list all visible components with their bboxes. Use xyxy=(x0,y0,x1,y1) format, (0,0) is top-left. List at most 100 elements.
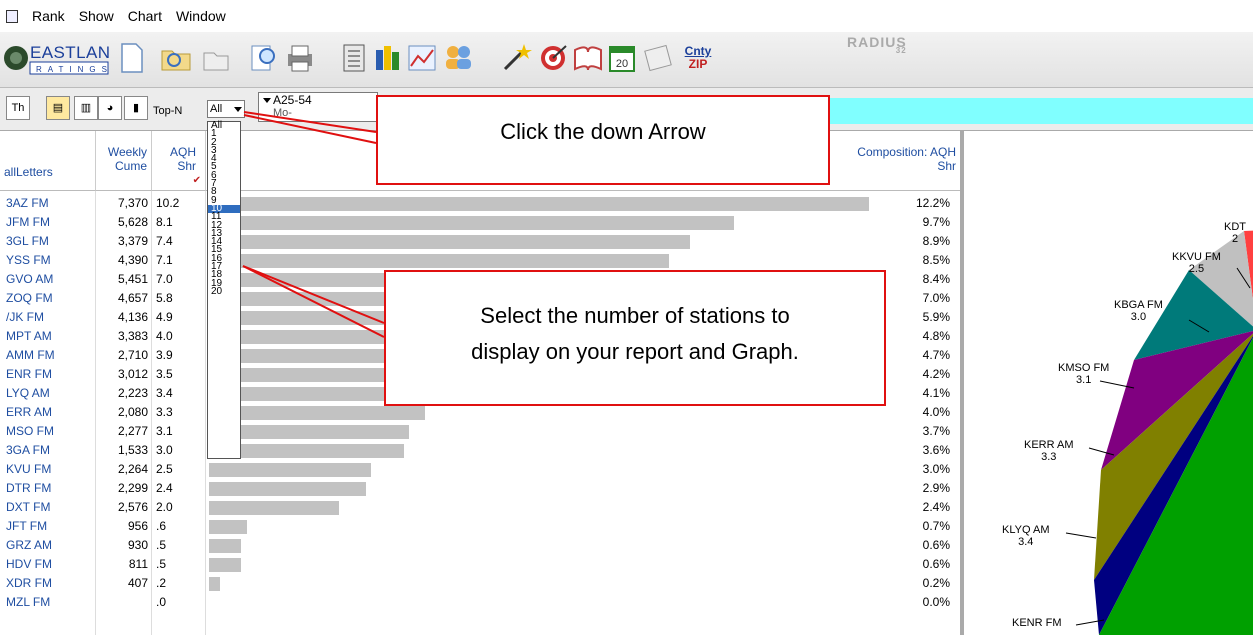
weekly-cume-cell: 4,136 xyxy=(117,310,148,324)
pie-chart-panel: KDT 2 KKVU FM 2.5 KBGA FM 3.0 KMSO FM 3.1 KE… xyxy=(960,131,1253,635)
menu-show[interactable]: Show xyxy=(79,8,114,24)
composition-bar xyxy=(209,501,339,515)
pie-label-kbga: KBGA FM 3.0 xyxy=(1114,299,1163,323)
target-icon[interactable] xyxy=(538,40,570,76)
printer-icon[interactable] xyxy=(284,40,316,76)
aqh-shr-cell: 2.0 xyxy=(156,500,173,514)
calendar-icon[interactable]: 20 xyxy=(606,40,638,76)
leader-line xyxy=(1065,532,1097,539)
weekly-cume-cell: 5,451 xyxy=(117,272,148,286)
table-row[interactable]: HDV FM 811 .5 0.6% xyxy=(0,555,960,574)
call-letters-cell: ENR FM xyxy=(6,367,52,381)
weekly-cume-cell: 5,628 xyxy=(117,215,148,229)
composition-bar xyxy=(209,235,690,249)
magic-wand-icon[interactable] xyxy=(500,40,532,76)
chevron-down-icon[interactable] xyxy=(234,107,242,112)
print-preview-icon[interactable] xyxy=(248,40,280,76)
call-letters-cell: XDR FM xyxy=(6,576,52,590)
aqh-shr-cell: .0 xyxy=(156,595,167,609)
calendar-day-label: 20 xyxy=(616,58,628,70)
single-column-icon[interactable]: ▤ xyxy=(46,96,70,120)
call-letters-cell: HDV FM xyxy=(6,557,52,571)
radius-brand: RADIUS 32 xyxy=(847,34,907,55)
pie-label-kdt-name: KDT xyxy=(1224,221,1246,233)
pie-label-klyq: KLYQ AM 3.4 xyxy=(1002,524,1049,548)
table-row[interactable]: GRZ AM 930 .5 0.6% xyxy=(0,536,960,555)
table-row[interactable]: MZL FM .0 0.0% xyxy=(0,593,960,612)
table-row[interactable]: 3GL FM 3,379 7.4 8.9% xyxy=(0,232,960,251)
open-folder-icon[interactable] xyxy=(160,40,192,76)
spreadsheet-icon[interactable] xyxy=(338,40,370,76)
line-chart-icon[interactable] xyxy=(406,40,438,76)
aqh-shr-cell: .5 xyxy=(156,538,167,552)
menu-window[interactable]: Window xyxy=(176,8,226,24)
menu-bar: Rank Show Chart Window xyxy=(0,0,1253,32)
double-column-icon[interactable]: ▥ xyxy=(74,96,98,120)
bar-chart-toggle-icon[interactable]: ▮ xyxy=(124,96,148,120)
composition-bar xyxy=(209,197,869,211)
table-row[interactable]: JFT FM 956 .6 0.7% xyxy=(0,517,960,536)
composition-cell: 4.0% xyxy=(922,405,950,419)
zip-label: ZIP xyxy=(688,57,708,71)
weekly-cume-cell: 2,277 xyxy=(117,424,148,438)
demo-chevron-down-icon[interactable] xyxy=(263,98,271,103)
svg-text:RATINGS: RATINGS xyxy=(36,65,112,74)
weekly-cume-cell: 4,390 xyxy=(117,253,148,267)
demo-select[interactable]: A25-54 Mo- xyxy=(258,92,378,122)
table-row[interactable]: 3AZ FM 7,370 10.2 12.2% xyxy=(0,194,960,213)
header-call-letters[interactable]: allLetters xyxy=(0,131,96,191)
weekly-cume-cell: 407 xyxy=(127,576,148,590)
topn-label: Top-N xyxy=(153,105,183,117)
table-row[interactable]: DTR FM 2,299 2.4 2.9% xyxy=(0,479,960,498)
weekly-cume-cell: 3,012 xyxy=(117,367,148,381)
table-row[interactable]: KVU FM 2,264 2.5 3.0% xyxy=(0,460,960,479)
aqh-shr-cell: 5.8 xyxy=(156,291,173,305)
table-row[interactable]: YSS FM 4,390 7.1 8.5% xyxy=(0,251,960,270)
weekly-cume-cell: 2,080 xyxy=(117,405,148,419)
composition-bar xyxy=(209,216,734,230)
newspaper-icon[interactable] xyxy=(642,40,674,76)
county-zip-icon[interactable]: Cnty ZIP xyxy=(682,40,714,76)
bar-chart-icon[interactable] xyxy=(372,40,404,76)
new-document-icon[interactable] xyxy=(116,40,148,76)
book-icon[interactable] xyxy=(572,40,604,76)
callout-select-stations: Select the number of stations to display… xyxy=(384,270,886,406)
header-call-letters-label: allLetters xyxy=(4,165,53,179)
window-menu-icon[interactable] xyxy=(6,9,18,23)
table-row[interactable]: JFM FM 5,628 8.1 9.7% xyxy=(0,213,960,232)
topn-dropdown-list[interactable]: All 1 2 3 4 5 6 7 8 9 10 11 12 13 14 15 16 17 18 19 20 xyxy=(207,120,241,459)
pie-label-kkvu-name: KKVU FM xyxy=(1172,251,1221,263)
weekly-cume-cell: 2,576 xyxy=(117,500,148,514)
composition-cell: 0.7% xyxy=(922,519,950,533)
call-letters-cell: AMM FM xyxy=(6,348,55,362)
header-aqh-shr[interactable]: AQH Shr ✔ xyxy=(152,131,206,191)
topn-option[interactable]: 20 xyxy=(208,286,240,296)
people-icon[interactable] xyxy=(442,40,474,76)
pie-chart-toggle-icon[interactable]: ◕ xyxy=(98,96,122,120)
status-strip xyxy=(829,98,1253,124)
menu-rank[interactable]: Rank xyxy=(32,8,65,24)
table-row[interactable]: XDR FM 407 .2 0.2% xyxy=(0,574,960,593)
open-recent-icon[interactable] xyxy=(200,40,232,76)
topn-value: All xyxy=(210,103,223,115)
composition-bar xyxy=(209,254,669,268)
composition-cell: 0.2% xyxy=(922,576,950,590)
menu-chart[interactable]: Chart xyxy=(128,8,162,24)
topn-select[interactable]: All xyxy=(207,100,245,118)
table-row[interactable]: MSO FM 2,277 3.1 3.7% xyxy=(0,422,960,441)
aqh-shr-cell: 2.4 xyxy=(156,481,173,495)
aqh-shr-cell: .6 xyxy=(156,519,167,533)
table-row[interactable]: 3GA FM 1,533 3.0 3.6% xyxy=(0,441,960,460)
table-view-icon[interactable]: Th xyxy=(6,96,30,120)
eastlan-logo: EASTLAN RATINGS xyxy=(2,38,112,78)
weekly-cume-cell: 2,223 xyxy=(117,386,148,400)
call-letters-cell: GVO AM xyxy=(6,272,54,286)
call-letters-cell: KVU FM xyxy=(6,462,52,476)
header-weekly-cume[interactable]: Weekly Cume xyxy=(96,131,152,191)
pie-label-kkvu: KKVU FM 2.5 xyxy=(1172,251,1221,275)
call-letters-cell: DXT FM xyxy=(6,500,51,514)
aqh-shr-cell: .5 xyxy=(156,557,167,571)
weekly-cume-cell: 2,710 xyxy=(117,348,148,362)
demo-value: A25-54 xyxy=(273,93,312,107)
table-row[interactable]: DXT FM 2,576 2.0 2.4% xyxy=(0,498,960,517)
